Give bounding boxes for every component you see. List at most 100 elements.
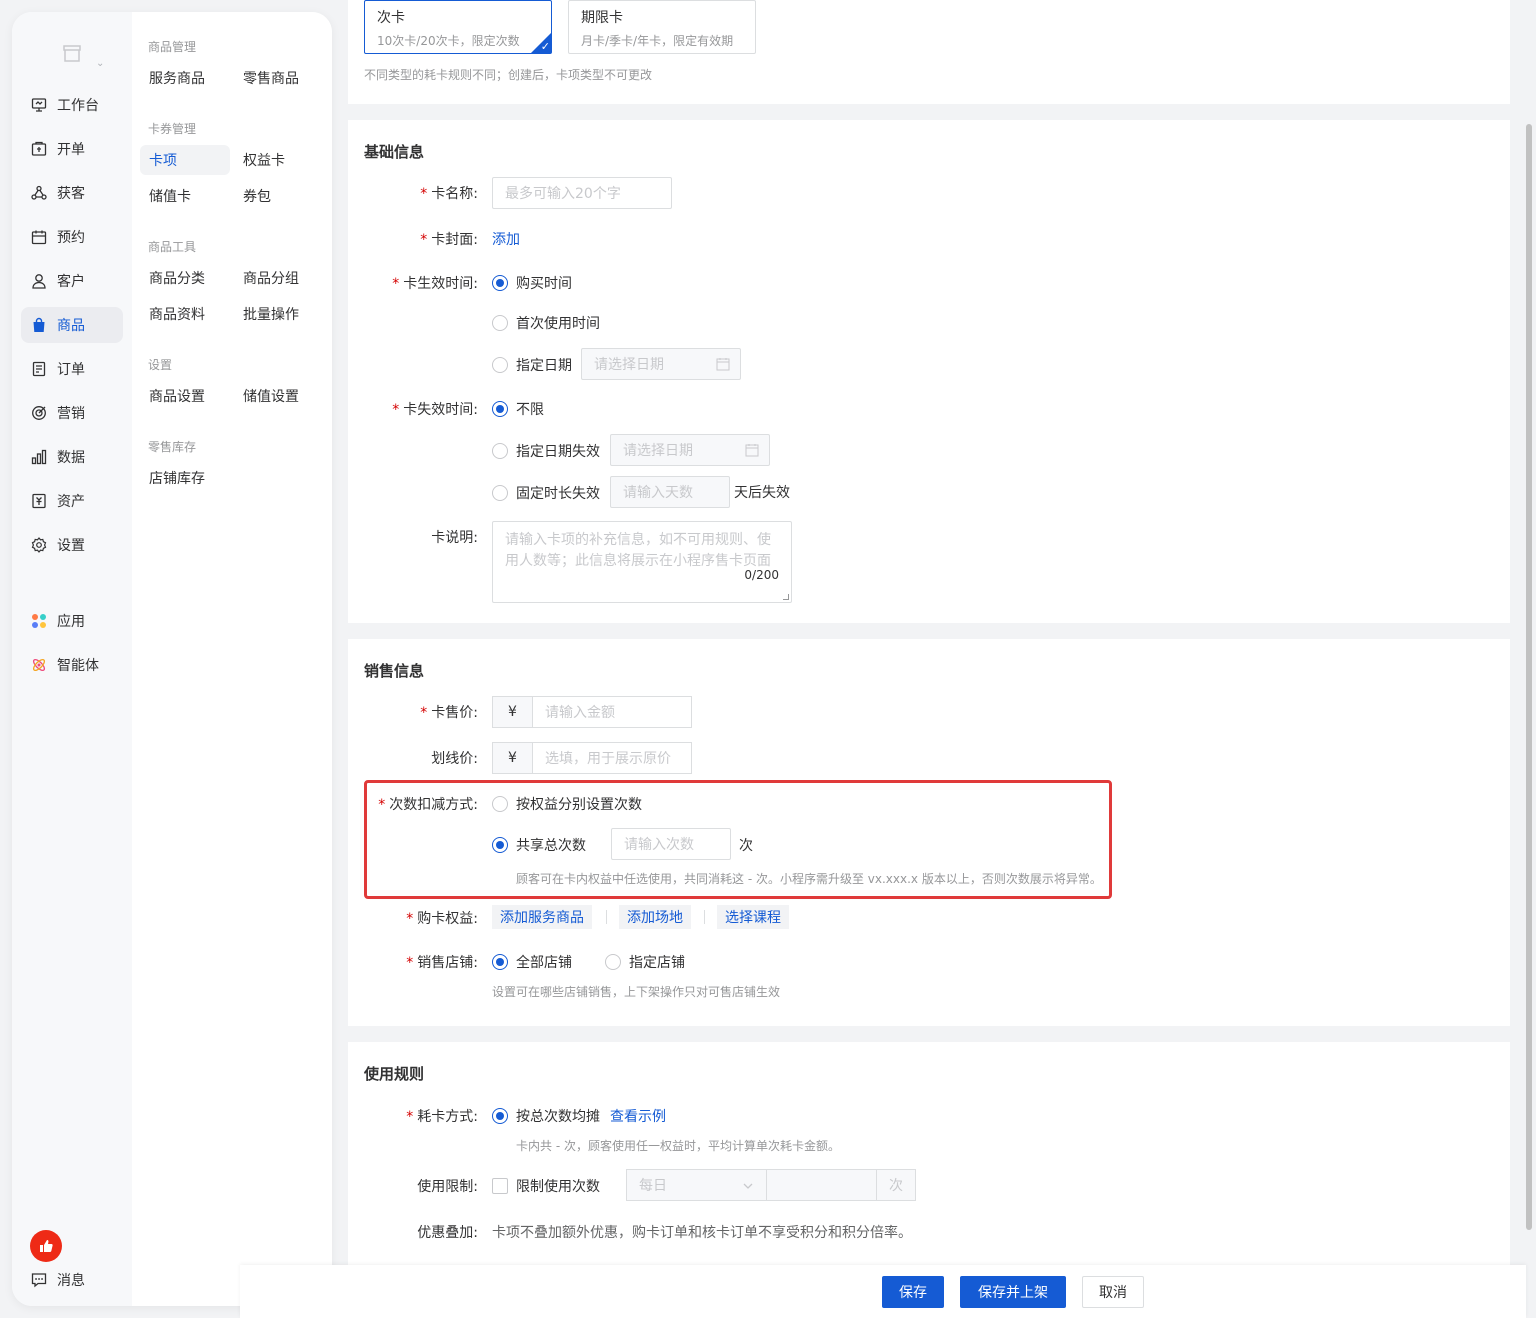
basic-info-title: 基础信息 <box>364 143 425 161</box>
subnav-item-stored-value-settings[interactable]: 储值设置 <box>234 381 324 411</box>
subnav-item-goods-settings[interactable]: 商品设置 <box>140 381 230 411</box>
nav-item-acquire[interactable]: 获客 <box>21 175 123 211</box>
subnav-item-retail-goods[interactable]: 零售商品 <box>234 63 324 93</box>
stores-radio-specific[interactable]: 指定店铺 <box>605 952 685 972</box>
add-venue-button[interactable]: 添加场地 <box>619 905 691 929</box>
subnav-item-benefit-card[interactable]: 权益卡 <box>234 145 324 175</box>
target-icon <box>32 406 46 420</box>
secondary-nav: 商品管理 服务商品 零售商品 卡券管理 卡项 权益卡 储值卡 券包 商品工具 商… <box>132 12 332 1306</box>
effective-time-label: * 卡生效时间: <box>392 276 478 292</box>
deduction-hint: 顾客可在卡内权益中任选使用，共同消耗这 - 次。小程序需升级至 vx.xxx.x… <box>516 872 1102 886</box>
radio-dot <box>492 275 508 291</box>
limit-unit: 次 <box>889 1178 903 1194</box>
expire-date-picker[interactable]: 请选择日期 <box>610 434 770 466</box>
radio-dot <box>492 1108 508 1124</box>
store-switcher[interactable]: ⌄ <box>62 44 104 69</box>
description-textarea[interactable]: 请输入卡项的补充信息，如不可用规则、使用人数等；此信息将展示在小程序售卡页面 0… <box>492 521 792 603</box>
cancel-button[interactable]: 取消 <box>1082 1276 1144 1308</box>
limit-checkbox[interactable]: 限制使用次数 <box>492 1176 600 1196</box>
acquire-icon <box>31 185 47 200</box>
effective-radio-first-use[interactable]: 首次使用时间 <box>492 313 600 333</box>
card-name-label: * 卡名称: <box>420 186 478 202</box>
nav-item-billing[interactable]: 开单 <box>21 131 123 167</box>
calendar-icon <box>716 358 730 371</box>
resize-handle[interactable] <box>783 594 789 600</box>
subnav-item-grouping[interactable]: 商品分组 <box>234 263 324 293</box>
expire-days-input[interactable]: 请输入天数 <box>610 476 730 508</box>
expire-time-label: * 卡失效时间: <box>392 402 478 418</box>
nav-item-messages[interactable]: 消息 <box>21 1262 123 1298</box>
expire-radio-date[interactable]: 指定日期失效 <box>492 441 600 461</box>
add-cover-link[interactable]: 添加 <box>492 229 520 249</box>
strike-price-input[interactable]: ¥ 选填，用于展示原价 <box>492 742 692 774</box>
effective-date-picker[interactable]: 请选择日期 <box>581 348 741 380</box>
save-button[interactable]: 保存 <box>882 1276 944 1308</box>
subnav-item-batch[interactable]: 批量操作 <box>234 299 324 329</box>
nav-item-label: 数据 <box>57 450 85 466</box>
user-icon <box>32 274 46 289</box>
nav-item-goods[interactable]: 商品 <box>21 307 123 343</box>
effective-radio-purchase[interactable]: 购买时间 <box>492 273 572 293</box>
view-example-link[interactable]: 查看示例 <box>610 1106 666 1126</box>
nav-item-marketing[interactable]: 营销 <box>21 395 123 431</box>
nav-item-data[interactable]: 数据 <box>21 439 123 475</box>
price-placeholder: 请输入金额 <box>545 705 615 721</box>
subnav-item-service-goods[interactable]: 服务商品 <box>140 63 230 93</box>
deduction-radio-shared[interactable]: 共享总次数 <box>492 835 586 855</box>
subnav-item-materials[interactable]: 商品资料 <box>140 299 230 329</box>
thumbs-up-badge[interactable] <box>30 1230 62 1262</box>
price-input[interactable]: ¥ 请输入金额 <box>492 696 692 728</box>
card-name-input[interactable]: 最多可输入20个字 <box>492 177 672 209</box>
radio-dot <box>492 401 508 417</box>
subnav-item-category[interactable]: 商品分类 <box>140 263 230 293</box>
add-service-goods-button[interactable]: 添加服务商品 <box>492 905 592 929</box>
radio-dot <box>492 837 508 853</box>
nav-item-workbench[interactable]: 工作台 <box>21 87 123 123</box>
subnav-item-coupon-pack[interactable]: 券包 <box>234 181 324 211</box>
message-icon <box>31 1273 47 1288</box>
apps-icon <box>32 614 46 628</box>
limit-count-input[interactable] <box>767 1170 877 1200</box>
usage-rules-title: 使用规则 <box>364 1065 425 1083</box>
stores-radio-all[interactable]: 全部店铺 <box>492 952 572 972</box>
char-count: 0/200 <box>744 568 779 582</box>
nav-item-label: 客户 <box>57 274 85 290</box>
consume-radio-average[interactable]: 按总次数均摊 <box>492 1106 600 1126</box>
card-type-option-count[interactable]: 次卡 10次卡/20次卡，限定次数 ✓ <box>364 0 552 54</box>
nav-item-label: 订单 <box>57 362 85 378</box>
expire-radio-duration[interactable]: 固定时长失效 <box>492 483 600 503</box>
nav-group-title: 设置 <box>148 358 173 372</box>
nav-item-booking[interactable]: 预约 <box>21 219 123 255</box>
limit-period-select[interactable]: 每日 <box>627 1170 767 1200</box>
nav-item-settings[interactable]: 设置 <box>21 527 123 563</box>
navigation-panel: ⌄ 工作台 开单 获客 预约 客户 商品 订单 营销 数据 资产 设置 应用 智… <box>12 12 332 1306</box>
nav-item-assets[interactable]: 资产 <box>21 483 123 519</box>
nav-item-apps[interactable]: 应用 <box>21 603 123 639</box>
expire-radio-unlimited[interactable]: 不限 <box>492 399 544 419</box>
deduction-label: * 次数扣减方式: <box>378 797 478 813</box>
select-course-button[interactable]: 选择课程 <box>717 905 789 929</box>
nav-item-orders[interactable]: 订单 <box>21 351 123 387</box>
page-scrollbar[interactable] <box>1526 124 1532 1230</box>
option-desc: 月卡/季卡/年卡，限定有效期 <box>581 34 734 48</box>
divider <box>606 910 607 924</box>
consume-hint: 卡内共 - 次，顾客使用任一权益时，平均计算单次耗卡金额。 <box>516 1139 840 1153</box>
card-type-section: 次卡 10次卡/20次卡，限定次数 ✓ 期限卡 月卡/季卡/年卡，限定有效期 不… <box>348 0 1510 104</box>
subnav-item-store-inventory[interactable]: 店铺库存 <box>140 463 230 493</box>
shop-icon <box>63 45 81 62</box>
calendar-icon <box>745 444 759 457</box>
shared-count-input[interactable]: 请输入次数 <box>611 828 731 860</box>
subnav-item-stored-value-card[interactable]: 储值卡 <box>140 181 230 211</box>
nav-group-title: 卡券管理 <box>148 122 197 136</box>
save-and-publish-button[interactable]: 保存并上架 <box>960 1276 1066 1308</box>
deduction-radio-per-benefit[interactable]: 按权益分别设置次数 <box>492 794 642 814</box>
effective-radio-date[interactable]: 指定日期 <box>492 355 572 375</box>
nav-item-label: 智能体 <box>57 658 99 674</box>
nav-item-customer[interactable]: 客户 <box>21 263 123 299</box>
strike-price-label: 划线价: <box>431 751 478 767</box>
card-type-option-period[interactable]: 期限卡 月卡/季卡/年卡，限定有效期 <box>568 0 756 54</box>
nav-group-title: 商品管理 <box>148 40 197 54</box>
subnav-item-card[interactable]: 卡项 <box>140 145 230 175</box>
nav-item-agent[interactable]: 智能体 <box>21 647 123 683</box>
radio-dot <box>492 485 508 501</box>
